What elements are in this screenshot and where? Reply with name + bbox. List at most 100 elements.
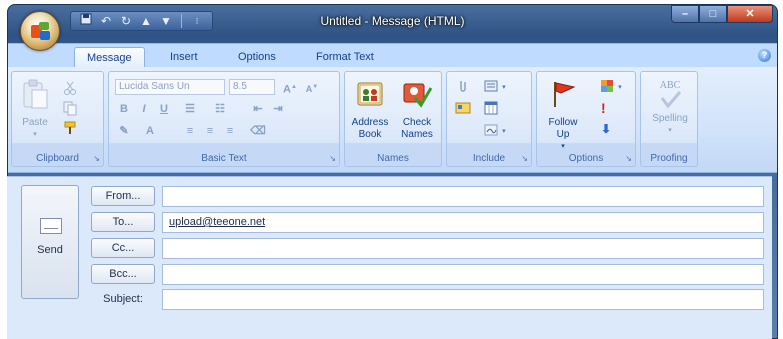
font-color-icon[interactable]: A [141, 122, 159, 140]
bullets-icon[interactable]: ☰ [181, 100, 199, 118]
format-painter-icon [64, 121, 76, 134]
spelling-icon: ABC [654, 78, 686, 110]
follow-up-flag-icon [554, 82, 576, 107]
spelling-label: Spelling [652, 113, 688, 124]
numbering-icon[interactable]: ☷ [211, 100, 229, 118]
include-group: ▾ ▾ Include ↘ [446, 71, 532, 167]
message-header-form: Send From... To... upload@teeone.net Cc.… [7, 176, 772, 339]
cut-button[interactable] [62, 80, 78, 96]
from-button[interactable]: From... [91, 186, 155, 206]
clipboard-group-label: Clipboard [36, 153, 79, 164]
window-title: Untitled - Message (HTML) [320, 14, 465, 28]
high-importance-icon[interactable]: ! [601, 100, 606, 116]
ribbon-tabs: Message Insert Options Format Text ? [8, 43, 777, 68]
office-button[interactable] [20, 11, 60, 51]
close-button[interactable]: ✕ [727, 5, 773, 23]
font-name-box[interactable]: Lucida Sans Un [115, 79, 225, 95]
basic-text-group: Lucida Sans Un 8.5 A▲ A▼ B I U ☰ ☷ ⇤ ⇥ ✎… [108, 71, 340, 167]
options-group: Follow Up ▾ ▾ ! ⬇ Options ↘ [536, 71, 636, 167]
bold-icon[interactable]: B [115, 100, 133, 118]
include-group-label: Include [472, 153, 506, 164]
increase-indent-icon[interactable]: ⇥ [269, 100, 287, 118]
proofing-group-label: Proofing [650, 153, 688, 164]
align-left-icon[interactable]: ≡ [181, 122, 199, 140]
decrease-indent-icon[interactable]: ⇤ [249, 100, 267, 118]
tab-format-text[interactable]: Format Text [304, 47, 386, 68]
address-book-button[interactable]: Address Book [349, 78, 391, 141]
categorize-icon [601, 80, 613, 92]
format-painter-button[interactable] [62, 120, 78, 136]
paste-icon [23, 79, 48, 109]
categorize-button[interactable]: ▾ [599, 78, 622, 94]
subject-label: Subject: [103, 293, 143, 305]
paste-dropdown-icon: ▾ [33, 131, 37, 138]
paste-button[interactable]: Paste ▾ [16, 78, 54, 141]
proofing-group: ABC Spelling ▾ Proofing [640, 71, 698, 167]
office-logo-icon [31, 22, 51, 42]
tab-message[interactable]: Message [74, 47, 145, 68]
subject-field[interactable] [162, 289, 764, 310]
italic-icon[interactable]: I [135, 100, 153, 118]
address-book-icon [357, 82, 383, 106]
window-controls: – □ ✕ [671, 5, 773, 25]
align-center-icon[interactable]: ≡ [201, 122, 219, 140]
bcc-field[interactable] [162, 264, 764, 285]
attach-file-button[interactable] [455, 78, 471, 94]
send-envelope-icon [40, 218, 62, 234]
title-bar: ↶ ↻ ▲ ▼ ⁝ Untitled - Message (HTML) – □ … [8, 5, 777, 51]
low-importance-icon[interactable]: ⬇ [601, 122, 611, 136]
options-launcher-icon[interactable]: ↘ [625, 154, 632, 163]
cut-icon [64, 81, 76, 95]
ribbon: Paste ▾ Clipboard ↘ Lucida Sans Un 8.5 A… [8, 67, 777, 173]
help-icon[interactable]: ? [758, 49, 771, 62]
to-recipient[interactable]: upload@teeone.net [169, 216, 265, 228]
clear-formatting-icon[interactable]: ⌫ [249, 122, 267, 140]
tab-insert[interactable]: Insert [158, 47, 210, 68]
follow-up-label: Follow Up [548, 117, 578, 140]
options-group-label: Options [568, 153, 604, 164]
check-names-label: Check Names [401, 117, 433, 140]
align-right-icon[interactable]: ≡ [221, 122, 239, 140]
follow-up-button[interactable]: Follow Up ▾ [541, 78, 585, 153]
business-card-icon [455, 102, 471, 114]
attach-item-icon [484, 80, 498, 92]
cc-field[interactable] [162, 238, 764, 259]
from-field[interactable] [162, 186, 764, 207]
names-group: Address Book Check Names Names [344, 71, 442, 167]
grow-font-icon[interactable]: A▲ [281, 78, 299, 96]
business-card-button[interactable] [455, 100, 471, 116]
to-button[interactable]: To... [91, 212, 155, 232]
shrink-font-icon[interactable]: A▼ [303, 78, 321, 96]
paperclip-icon [460, 81, 466, 92]
basic-text-group-label: Basic Text [201, 153, 247, 164]
highlight-icon[interactable]: ✎ [115, 122, 133, 140]
underline-icon[interactable]: U [155, 100, 173, 118]
check-names-button[interactable]: Check Names [395, 78, 439, 141]
tab-options[interactable]: Options [226, 47, 288, 68]
copy-icon [63, 101, 77, 116]
basic-text-launcher-icon[interactable]: ↘ [329, 154, 336, 163]
send-button[interactable]: Send [21, 185, 79, 299]
cc-button[interactable]: Cc... [91, 238, 155, 258]
include-launcher-icon[interactable]: ↘ [521, 154, 528, 163]
signature-button[interactable]: ▾ [483, 122, 506, 138]
bcc-button[interactable]: Bcc... [91, 264, 155, 284]
spelling-button[interactable]: ABC Spelling ▾ [645, 78, 695, 137]
names-group-label: Names [377, 153, 409, 164]
send-label: Send [37, 244, 63, 256]
minimize-button[interactable]: – [671, 5, 699, 23]
address-book-label: Address Book [351, 117, 389, 140]
paste-label: Paste [22, 117, 48, 128]
follow-up-dropdown-icon: ▾ [561, 143, 565, 150]
clipboard-group: Paste ▾ Clipboard ↘ [11, 71, 104, 167]
calendar-icon [484, 101, 498, 115]
font-size-box[interactable]: 8.5 [229, 79, 275, 95]
check-names-icon [403, 83, 433, 108]
maximize-button[interactable]: □ [699, 5, 727, 23]
clipboard-launcher-icon[interactable]: ↘ [93, 154, 100, 163]
copy-button[interactable] [62, 100, 78, 116]
to-field[interactable]: upload@teeone.net [162, 212, 764, 233]
calendar-button[interactable] [483, 100, 499, 116]
attach-item-button[interactable]: ▾ [483, 78, 506, 94]
spelling-dropdown-icon: ▾ [668, 127, 672, 134]
